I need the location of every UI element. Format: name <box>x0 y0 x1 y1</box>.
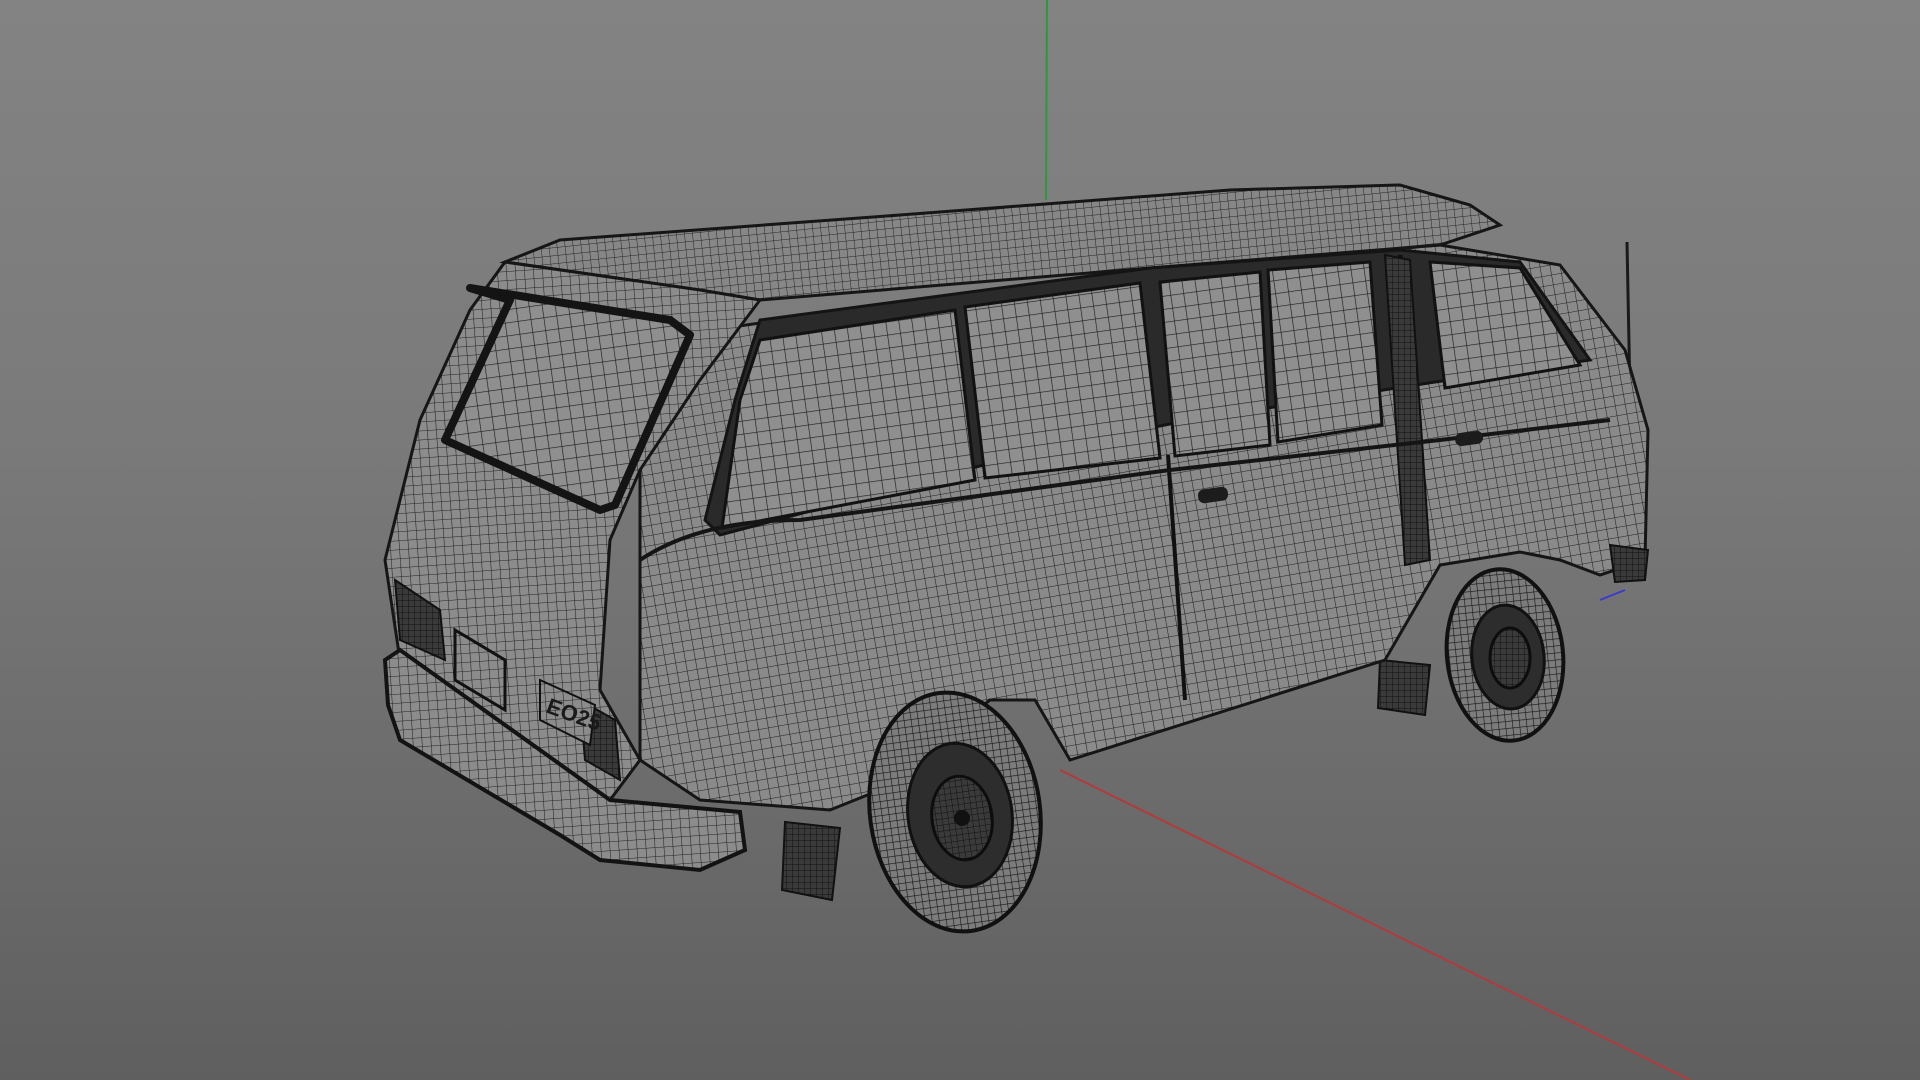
front-bumper[interactable] <box>1608 543 1650 584</box>
mudflap-rear[interactable] <box>780 820 842 902</box>
x-axis-line <box>1059 769 1691 1080</box>
mudflap-front[interactable] <box>1376 658 1432 717</box>
y-axis-line <box>1045 0 1048 201</box>
side-window-2[interactable] <box>963 281 1162 480</box>
3d-viewport[interactable]: ЕО25 <box>0 0 1920 1080</box>
van-model[interactable]: ЕО25 <box>382 183 1650 943</box>
side-window-3[interactable] <box>1158 270 1272 458</box>
z-axis-line <box>1599 589 1626 601</box>
viewport-canvas[interactable]: ЕО25 <box>0 0 1920 1080</box>
side-window-4[interactable] <box>1266 260 1384 444</box>
front-wheel[interactable] <box>1438 563 1571 746</box>
